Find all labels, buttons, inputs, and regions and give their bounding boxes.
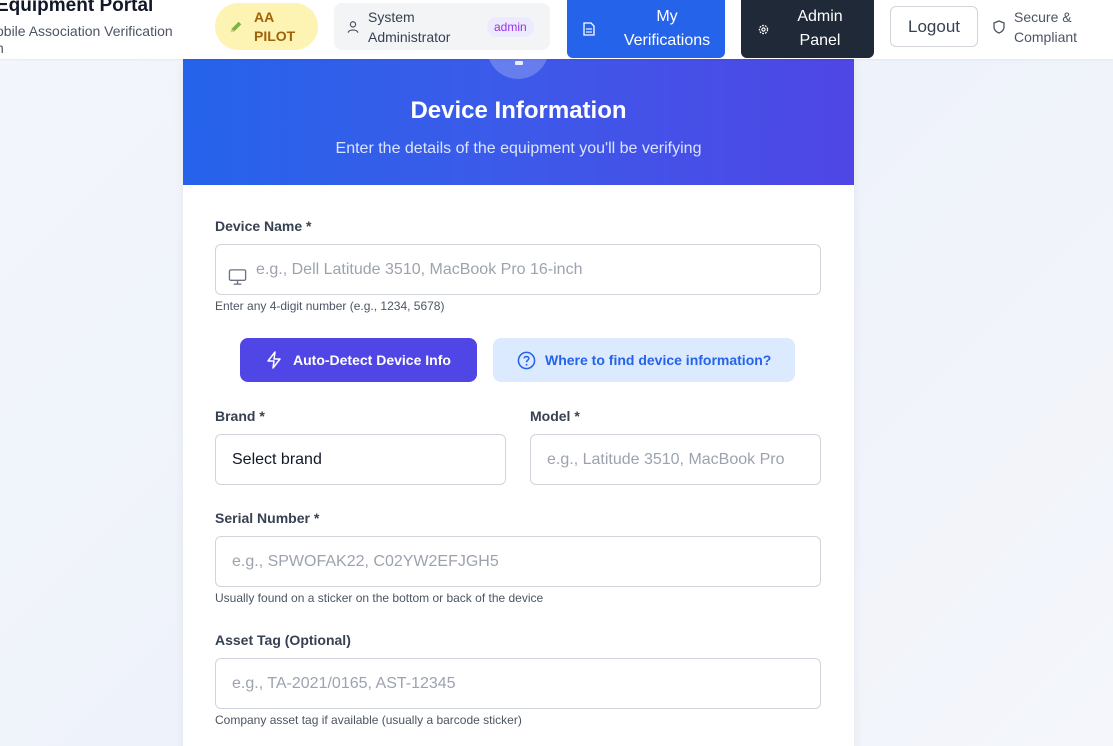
header-icon-circle <box>487 59 549 79</box>
app-subtitle: obile Association Verification <box>0 23 173 39</box>
security-label: Secure & Compliant <box>1014 9 1078 45</box>
device-name-field[interactable] <box>215 244 821 295</box>
brand: Equipment Portal obile Association Verif… <box>0 0 173 55</box>
role-badge: admin <box>487 17 534 37</box>
admin-panel-label: Admin Panel <box>797 8 843 49</box>
logout-button[interactable]: Logout <box>890 6 978 47</box>
my-verifications-button[interactable]: My Verifications <box>567 0 725 58</box>
model-label: Model * <box>530 408 580 424</box>
pencil-icon <box>230 21 242 32</box>
auto-detect-label: Auto-Detect Device Info <box>293 352 451 368</box>
serial-number-label: Serial Number * <box>215 510 320 526</box>
model-field[interactable] <box>530 434 821 485</box>
lightning-bolt-icon <box>267 351 281 369</box>
asset-tag-hint: Company asset tag if available (usually … <box>215 713 522 727</box>
top-header: Equipment Portal obile Association Verif… <box>0 0 1113 59</box>
serial-number-field[interactable] <box>215 536 821 587</box>
device-name-hint: Enter any 4-digit number (e.g., 1234, 56… <box>215 299 445 313</box>
admin-panel-button[interactable]: Admin Panel <box>741 0 874 58</box>
pilot-badge-label: AA PILOT <box>254 8 296 44</box>
serial-number-input[interactable] <box>232 552 820 571</box>
app-subtitle-continued: n <box>0 41 173 55</box>
document-icon <box>583 22 595 36</box>
brand-select-value: Select brand <box>232 450 322 468</box>
gear-icon <box>758 24 769 34</box>
serial-number-hint: Usually found on a sticker on the bottom… <box>215 591 544 605</box>
pilot-badge: AA PILOT <box>215 3 318 50</box>
app-title: Equipment Portal <box>0 0 154 16</box>
auto-detect-button[interactable]: Auto-Detect Device Info <box>240 338 477 382</box>
asset-tag-field[interactable] <box>215 658 821 709</box>
brand-select[interactable]: Select brand <box>215 434 506 485</box>
card-title: Device Information <box>410 97 627 124</box>
where-to-find-label: Where to find device information? <box>545 352 772 368</box>
model-input[interactable] <box>547 450 820 469</box>
brand-label: Brand * <box>215 408 265 424</box>
card-header: Device Information Enter the details of … <box>183 59 854 185</box>
question-circle-icon <box>517 351 536 369</box>
shield-icon <box>993 20 1005 34</box>
user-info: System Administrator admin <box>334 3 550 50</box>
asset-tag-label: Asset Tag (Optional) <box>215 632 351 648</box>
monitor-icon <box>228 268 247 285</box>
asset-tag-input[interactable] <box>232 674 820 693</box>
where-to-find-button[interactable]: Where to find device information? <box>493 338 795 382</box>
device-information-card: Device Information Enter the details of … <box>183 59 854 746</box>
security-status: Secure & Compliant <box>993 7 1077 47</box>
device-name-label: Device Name * <box>215 218 312 234</box>
my-verifications-label: My Verifications <box>623 8 711 49</box>
user-icon <box>347 20 359 33</box>
device-name-input[interactable] <box>256 260 820 279</box>
card-subtitle: Enter the details of the equipment you'l… <box>335 140 702 157</box>
user-name: System Administrator <box>368 8 451 45</box>
